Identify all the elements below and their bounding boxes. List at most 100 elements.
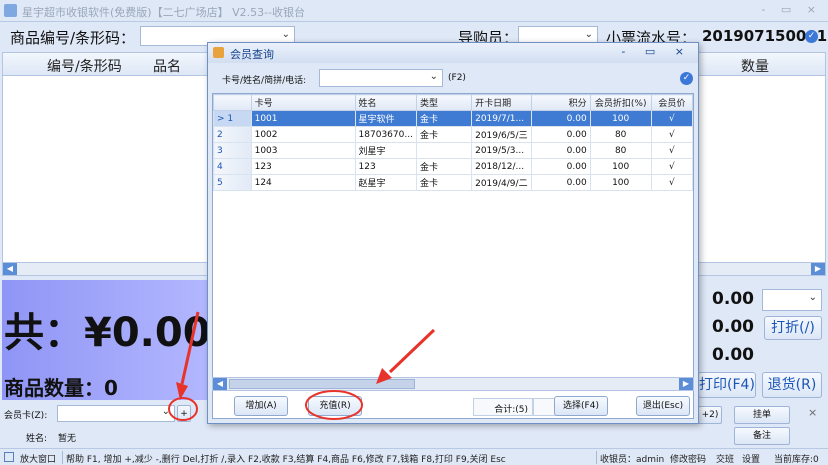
chevron-down-icon[interactable]: ⌄ xyxy=(282,29,290,40)
settings-link[interactable]: 设置 xyxy=(742,452,760,465)
cell-name[interactable]: 123 xyxy=(354,158,417,175)
header-name[interactable]: 姓名 xyxy=(354,94,417,111)
divider xyxy=(596,451,597,464)
close-icon[interactable]: × xyxy=(808,406,817,419)
print-button[interactable]: 打印(F4) xyxy=(698,372,756,398)
table-row[interactable]: 3 1003 刘星宇 2019/5/3... 0.00 80 √ xyxy=(213,142,694,159)
member-search-input[interactable]: ⌄ xyxy=(319,69,443,87)
qty-value: 0 xyxy=(104,376,118,400)
row-marker[interactable]: 3 xyxy=(213,142,252,159)
header-card[interactable]: 卡号 xyxy=(250,94,356,111)
cell-type[interactable]: 金卡 xyxy=(415,158,473,175)
cell-type[interactable]: 金卡 xyxy=(415,174,473,191)
add-button[interactable]: 增加(A) xyxy=(234,396,288,416)
cell-member-price[interactable]: √ xyxy=(650,158,694,175)
payment-select[interactable]: ⌄ xyxy=(762,289,822,311)
return-button[interactable]: 退货(R) xyxy=(762,372,822,398)
help-icon[interactable]: ✓ xyxy=(805,30,818,43)
cell-date[interactable]: 2019/5/3... xyxy=(471,142,532,159)
member-grid[interactable]: 卡号 姓名 类型 开卡日期 积分 会员折扣(%) 会员价 > 1 1001 星宇软件… xyxy=(212,93,694,419)
table-row[interactable]: 4 123 123 金卡 2018/12/... 0.00 100 √ xyxy=(213,158,694,175)
header-discount[interactable]: 会员折扣(%) xyxy=(589,94,652,111)
header-date[interactable]: 开卡日期 xyxy=(471,94,532,111)
cell-discount[interactable]: 100 xyxy=(589,174,652,191)
table-row[interactable]: 2 1002 18703670... 金卡 2019/6/5/三 0.00 80 √ xyxy=(213,126,694,143)
amount-field-3: 0.00 xyxy=(712,345,754,365)
cell-name[interactable]: 星宇软件 xyxy=(354,110,417,127)
status-bar: 放大窗口 帮助 F1, 增加 +,减少 -,删行 Del,打折 /,录入 F2,… xyxy=(0,448,828,465)
cell-name[interactable]: 赵星宇 xyxy=(354,174,417,191)
cell-date[interactable]: 2019/6/5/三 xyxy=(471,126,532,143)
hang-order-button[interactable]: 挂单(Ctrl+3) xyxy=(734,406,790,437)
cell-card[interactable]: 1003 xyxy=(250,142,356,159)
enlarge-icon[interactable] xyxy=(4,452,14,462)
cell-points[interactable]: 0.00 xyxy=(530,126,591,143)
cell-type[interactable]: 金卡 xyxy=(415,126,473,143)
cell-discount[interactable]: 100 xyxy=(589,158,652,175)
cell-date[interactable]: 2019/4/9/二 xyxy=(471,174,532,191)
row-marker[interactable]: 5 xyxy=(213,174,252,191)
table-row[interactable]: > 1 1001 星宇软件 金卡 2019/7/1... 0.00 100 √ xyxy=(213,110,694,127)
cell-card[interactable]: 1002 xyxy=(250,126,356,143)
discount-button[interactable]: 打折(/) xyxy=(764,316,822,340)
cell-member-price[interactable]: √ xyxy=(650,110,694,127)
cell-points[interactable]: 0.00 xyxy=(530,110,591,127)
col-name: 品名 xyxy=(153,59,181,75)
cell-type[interactable] xyxy=(415,142,473,159)
cell-name[interactable]: 刘星宇 xyxy=(354,142,417,159)
add-member-button[interactable]: + xyxy=(177,405,191,422)
cell-points[interactable]: 0.00 xyxy=(530,142,591,159)
cell-points[interactable]: 0.00 xyxy=(530,158,591,175)
cell-points[interactable]: 0.00 xyxy=(530,174,591,191)
app-icon xyxy=(4,4,17,17)
row-marker[interactable]: 2 xyxy=(213,126,252,143)
cell-card[interactable]: 123 xyxy=(250,158,356,175)
row-marker[interactable]: > 1 xyxy=(213,110,252,127)
member-name-label: 姓名: xyxy=(26,434,48,444)
cell-member-price[interactable]: √ xyxy=(650,174,694,191)
cell-discount[interactable]: 100 xyxy=(589,110,652,127)
chevron-down-icon[interactable]: ⌄ xyxy=(809,292,817,303)
enlarge-window-button[interactable]: 放大窗口 xyxy=(20,452,56,465)
exit-button[interactable]: 退出(Esc) xyxy=(636,396,690,416)
scroll-thumb[interactable] xyxy=(229,379,415,389)
header-type[interactable]: 类型 xyxy=(415,94,473,111)
chevron-down-icon[interactable]: ⌄ xyxy=(585,29,593,40)
cell-date[interactable]: 2019/7/1... xyxy=(471,110,532,127)
cell-discount[interactable]: 80 xyxy=(589,142,652,159)
row-marker[interactable]: 4 xyxy=(213,158,252,175)
main-title-bar: 星宇超市收银软件(免费版)【二七广场店】 V2.53--收银台 - ▭ × xyxy=(0,0,828,22)
chevron-down-icon[interactable]: ⌄ xyxy=(162,406,170,417)
dialog-help-icon[interactable]: ✓ xyxy=(680,72,693,85)
scroll-left-icon[interactable]: ◀ xyxy=(213,378,227,390)
cell-type[interactable]: 金卡 xyxy=(415,110,473,127)
stock-info: 当前库存:0 xyxy=(774,455,819,465)
header-member-price[interactable]: 会员价 xyxy=(650,94,694,111)
scroll-right-icon[interactable]: ▶ xyxy=(679,378,693,390)
cell-date[interactable]: 2018/12/... xyxy=(471,158,532,175)
change-password-link[interactable]: 修改密码 xyxy=(670,452,706,465)
recharge-button[interactable]: 充值(R) xyxy=(308,396,362,416)
cell-card[interactable]: 1001 xyxy=(250,110,356,127)
member-card-input[interactable]: ⌄ xyxy=(57,405,175,422)
header-points[interactable]: 积分 xyxy=(530,94,591,111)
table-row[interactable]: 5 124 赵星宇 金卡 2019/4/9/二 0.00 100 √ xyxy=(213,174,694,191)
cell-name[interactable]: 18703670... xyxy=(354,126,417,143)
cell-member-price[interactable]: √ xyxy=(650,126,694,143)
note-button[interactable]: 备注(Ctrl+B) xyxy=(734,427,790,458)
cell-card[interactable]: 124 xyxy=(250,174,356,191)
cell-discount[interactable]: 80 xyxy=(589,126,652,143)
amount-field-1: 0.00 xyxy=(712,289,754,309)
cell-member-price[interactable]: √ xyxy=(650,142,694,159)
total-amount: 共：¥0.00 xyxy=(4,310,211,356)
window-controls[interactable]: - ▭ × xyxy=(761,3,822,16)
chevron-down-icon[interactable]: ⌄ xyxy=(430,71,438,82)
member-table[interactable]: 卡号 姓名 类型 开卡日期 积分 会员折扣(%) 会员价 > 1 1001 星宇软件… xyxy=(213,94,694,191)
dialog-window-controls[interactable]: - ▭ × xyxy=(621,45,692,58)
select-button[interactable]: 选择(F4) xyxy=(554,396,608,416)
hidden-shortcut-button[interactable]: +2) xyxy=(698,406,722,424)
dialog-scrollbar[interactable]: ◀ ▶ xyxy=(212,377,694,391)
scroll-left-icon[interactable]: ◀ xyxy=(3,263,17,275)
shift-link[interactable]: 交班 xyxy=(716,452,734,465)
scroll-right-icon[interactable]: ▶ xyxy=(811,263,825,275)
